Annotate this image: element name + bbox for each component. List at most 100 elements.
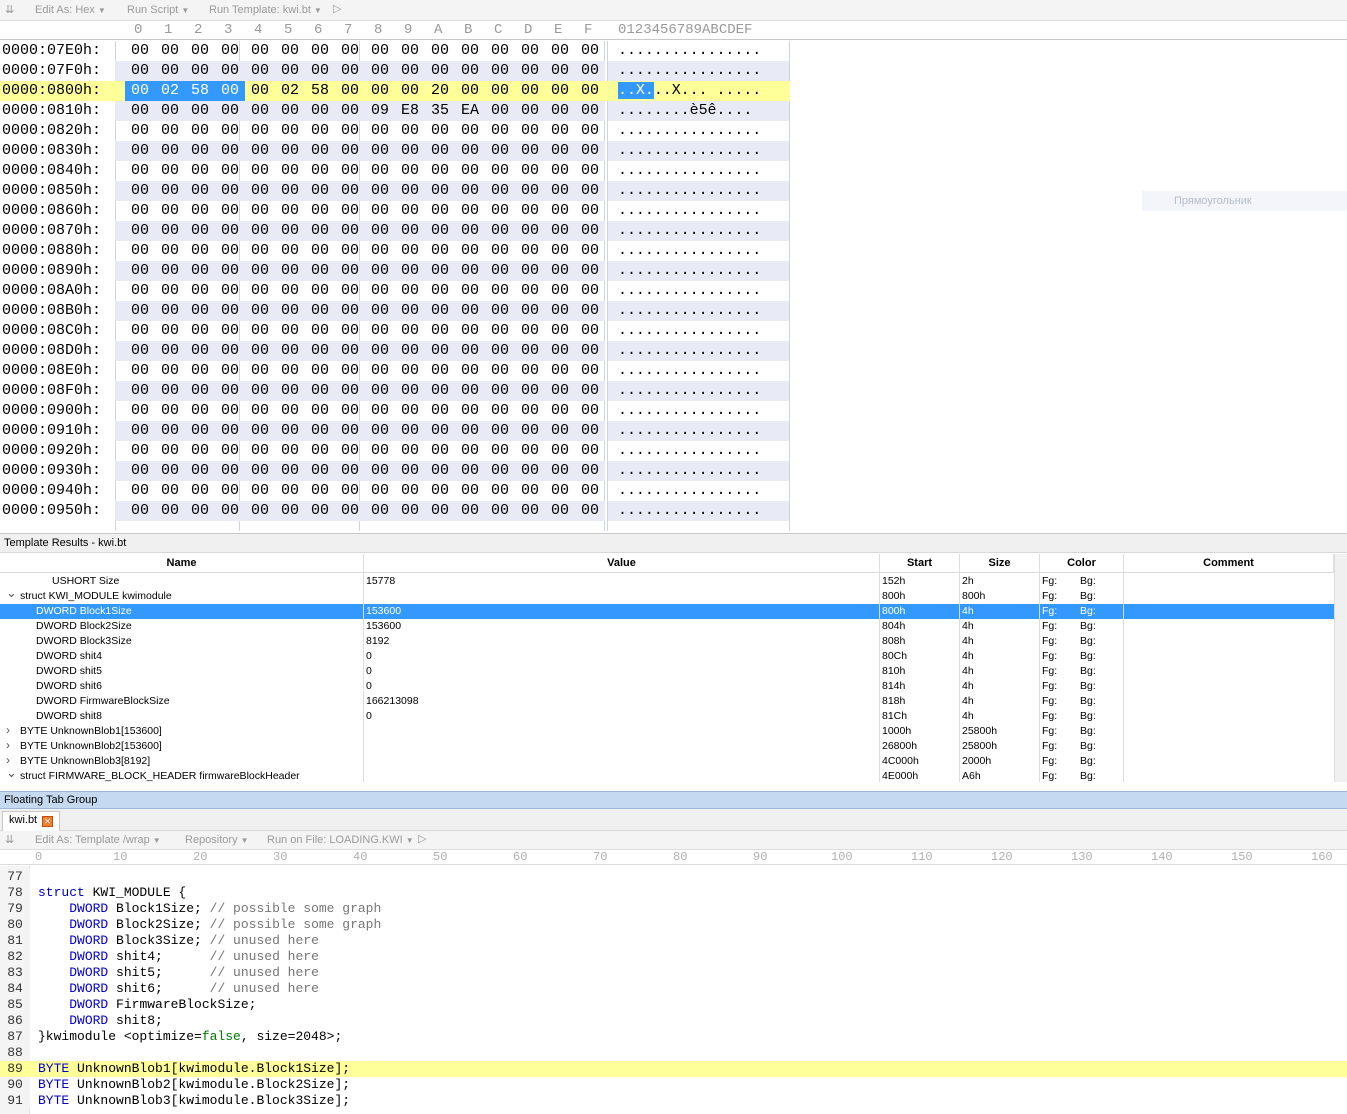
hex-byte[interactable]: 00 <box>425 121 455 141</box>
hex-byte[interactable]: 00 <box>155 281 185 301</box>
hex-ascii[interactable]: ................ <box>618 201 761 221</box>
hex-byte[interactable]: 00 <box>455 201 485 221</box>
hex-byte[interactable]: 00 <box>185 141 215 161</box>
hex-byte[interactable]: 00 <box>185 401 215 421</box>
hex-byte[interactable]: 00 <box>575 181 605 201</box>
hex-byte[interactable]: 00 <box>185 441 215 461</box>
hex-byte[interactable]: 00 <box>575 221 605 241</box>
hex-byte[interactable]: 00 <box>455 61 485 81</box>
hex-byte[interactable]: 00 <box>515 201 545 221</box>
hex-byte[interactable]: 00 <box>455 301 485 321</box>
hex-byte[interactable]: 00 <box>125 201 155 221</box>
template-row[interactable]: DWORD shit4 0 80Ch 4h Fg: Bg: <box>0 649 1334 664</box>
hex-byte[interactable]: 00 <box>245 241 275 261</box>
hex-byte[interactable]: 00 <box>485 201 515 221</box>
hex-ascii[interactable]: ................ <box>618 361 761 381</box>
hex-byte[interactable]: 00 <box>125 261 155 281</box>
column-start[interactable]: Start <box>880 554 960 573</box>
hex-byte[interactable]: 00 <box>365 341 395 361</box>
hex-row[interactable]: 0000:0840h: 00 00 00 00 00 00 00 00 00 00 00 00 00 00 0… <box>0 161 790 181</box>
hex-byte[interactable]: 00 <box>305 101 335 121</box>
hex-byte[interactable]: 00 <box>575 361 605 381</box>
hex-byte[interactable]: 00 <box>125 441 155 461</box>
hex-byte[interactable]: 00 <box>215 461 245 481</box>
hex-byte[interactable]: 00 <box>365 261 395 281</box>
hex-row[interactable]: 0000:0940h: 00 00 00 00 00 00 00 00 00 00 00 00 00 00 0… <box>0 481 790 501</box>
edit-as-hex-dropdown[interactable]: Edit As: Hex ▼ <box>35 4 106 16</box>
hex-byte[interactable]: 00 <box>545 241 575 261</box>
hex-byte[interactable]: 00 <box>335 81 365 101</box>
hex-row[interactable]: 0000:07F0h: 00 00 00 00 00 00 00 00 00 00 00 00 00 00 0… <box>0 61 790 81</box>
hex-byte[interactable]: 00 <box>275 481 305 501</box>
template-results-table[interactable]: USHORT Size 15778 152h 2h Fg: Bg: ⌄ struct KWI_… <box>0 574 1347 782</box>
hex-byte[interactable]: 00 <box>365 501 395 521</box>
hex-byte[interactable]: 00 <box>215 361 245 381</box>
hex-byte[interactable]: 00 <box>155 241 185 261</box>
run-script-dropdown[interactable]: Run Script ▼ <box>127 4 189 16</box>
hex-byte[interactable]: 00 <box>245 201 275 221</box>
hex-ascii[interactable]: ................ <box>618 241 761 261</box>
hex-byte[interactable]: 00 <box>215 401 245 421</box>
play-icon[interactable]: ▷ <box>333 2 341 15</box>
hex-byte[interactable]: 00 <box>275 201 305 221</box>
hex-byte[interactable]: 00 <box>275 401 305 421</box>
hex-byte[interactable]: 00 <box>305 241 335 261</box>
hex-ascii[interactable]: ................ <box>618 481 761 501</box>
hex-byte[interactable]: 00 <box>125 101 155 121</box>
hex-byte[interactable]: 00 <box>125 181 155 201</box>
hex-byte[interactable]: 00 <box>485 421 515 441</box>
hex-byte[interactable]: 00 <box>215 421 245 441</box>
hex-byte[interactable]: 00 <box>305 261 335 281</box>
play-icon[interactable]: ▷ <box>418 832 426 845</box>
hex-byte[interactable]: 00 <box>365 461 395 481</box>
hex-byte[interactable]: 00 <box>305 321 335 341</box>
hex-byte[interactable]: 00 <box>575 321 605 341</box>
hex-byte[interactable]: 00 <box>425 361 455 381</box>
hex-byte[interactable]: 00 <box>515 381 545 401</box>
hex-byte[interactable]: 00 <box>185 281 215 301</box>
hex-byte[interactable]: 00 <box>275 301 305 321</box>
hex-byte[interactable]: 00 <box>125 321 155 341</box>
hex-byte[interactable]: 00 <box>155 341 185 361</box>
hex-byte[interactable]: 00 <box>335 181 365 201</box>
hex-byte[interactable]: 00 <box>515 501 545 521</box>
hex-byte[interactable]: 00 <box>545 481 575 501</box>
hex-byte[interactable]: 00 <box>425 201 455 221</box>
hex-byte[interactable]: 00 <box>185 501 215 521</box>
template-row[interactable]: DWORD shit6 0 814h 4h Fg: Bg: <box>0 679 1334 694</box>
code-line[interactable]: DWORD Block3Size; // unused here <box>38 933 319 949</box>
hex-byte[interactable]: 00 <box>125 301 155 321</box>
hex-byte[interactable]: 00 <box>425 141 455 161</box>
hex-byte[interactable]: 00 <box>185 181 215 201</box>
hex-byte[interactable]: 00 <box>215 241 245 261</box>
hex-byte[interactable]: 00 <box>215 341 245 361</box>
hex-byte[interactable]: 00 <box>515 321 545 341</box>
hex-byte[interactable]: 00 <box>395 241 425 261</box>
hex-byte[interactable]: 00 <box>215 301 245 321</box>
hex-byte[interactable]: 00 <box>425 281 455 301</box>
hex-byte[interactable]: 00 <box>545 501 575 521</box>
hex-byte[interactable]: 00 <box>305 441 335 461</box>
hex-byte[interactable]: 00 <box>365 141 395 161</box>
hex-byte[interactable]: 00 <box>245 421 275 441</box>
hex-byte[interactable]: 00 <box>395 161 425 181</box>
chevron-right-icon[interactable]: › <box>6 739 10 753</box>
hex-byte[interactable]: 00 <box>425 341 455 361</box>
hex-byte[interactable]: 00 <box>275 61 305 81</box>
hex-byte[interactable]: 00 <box>215 321 245 341</box>
hex-ascii[interactable]: ................ <box>618 301 761 321</box>
hex-byte[interactable]: 00 <box>575 461 605 481</box>
hex-byte[interactable]: 00 <box>425 381 455 401</box>
hex-byte[interactable]: 00 <box>545 101 575 121</box>
hex-row[interactable]: 0000:0910h: 00 00 00 00 00 00 00 00 00 00 00 00 00 00 0… <box>0 421 790 441</box>
hex-byte[interactable]: 00 <box>125 41 155 61</box>
hex-byte[interactable]: 00 <box>185 41 215 61</box>
hex-byte[interactable]: 00 <box>305 461 335 481</box>
hex-byte[interactable]: 00 <box>275 241 305 261</box>
hex-byte[interactable]: 00 <box>515 401 545 421</box>
hex-byte[interactable]: 00 <box>395 441 425 461</box>
hex-byte[interactable]: 00 <box>245 361 275 381</box>
hex-ascii[interactable]: ................ <box>618 161 761 181</box>
hex-ascii[interactable]: ........è5ê.... <box>618 101 752 121</box>
hex-ascii[interactable]: ................ <box>618 181 761 201</box>
